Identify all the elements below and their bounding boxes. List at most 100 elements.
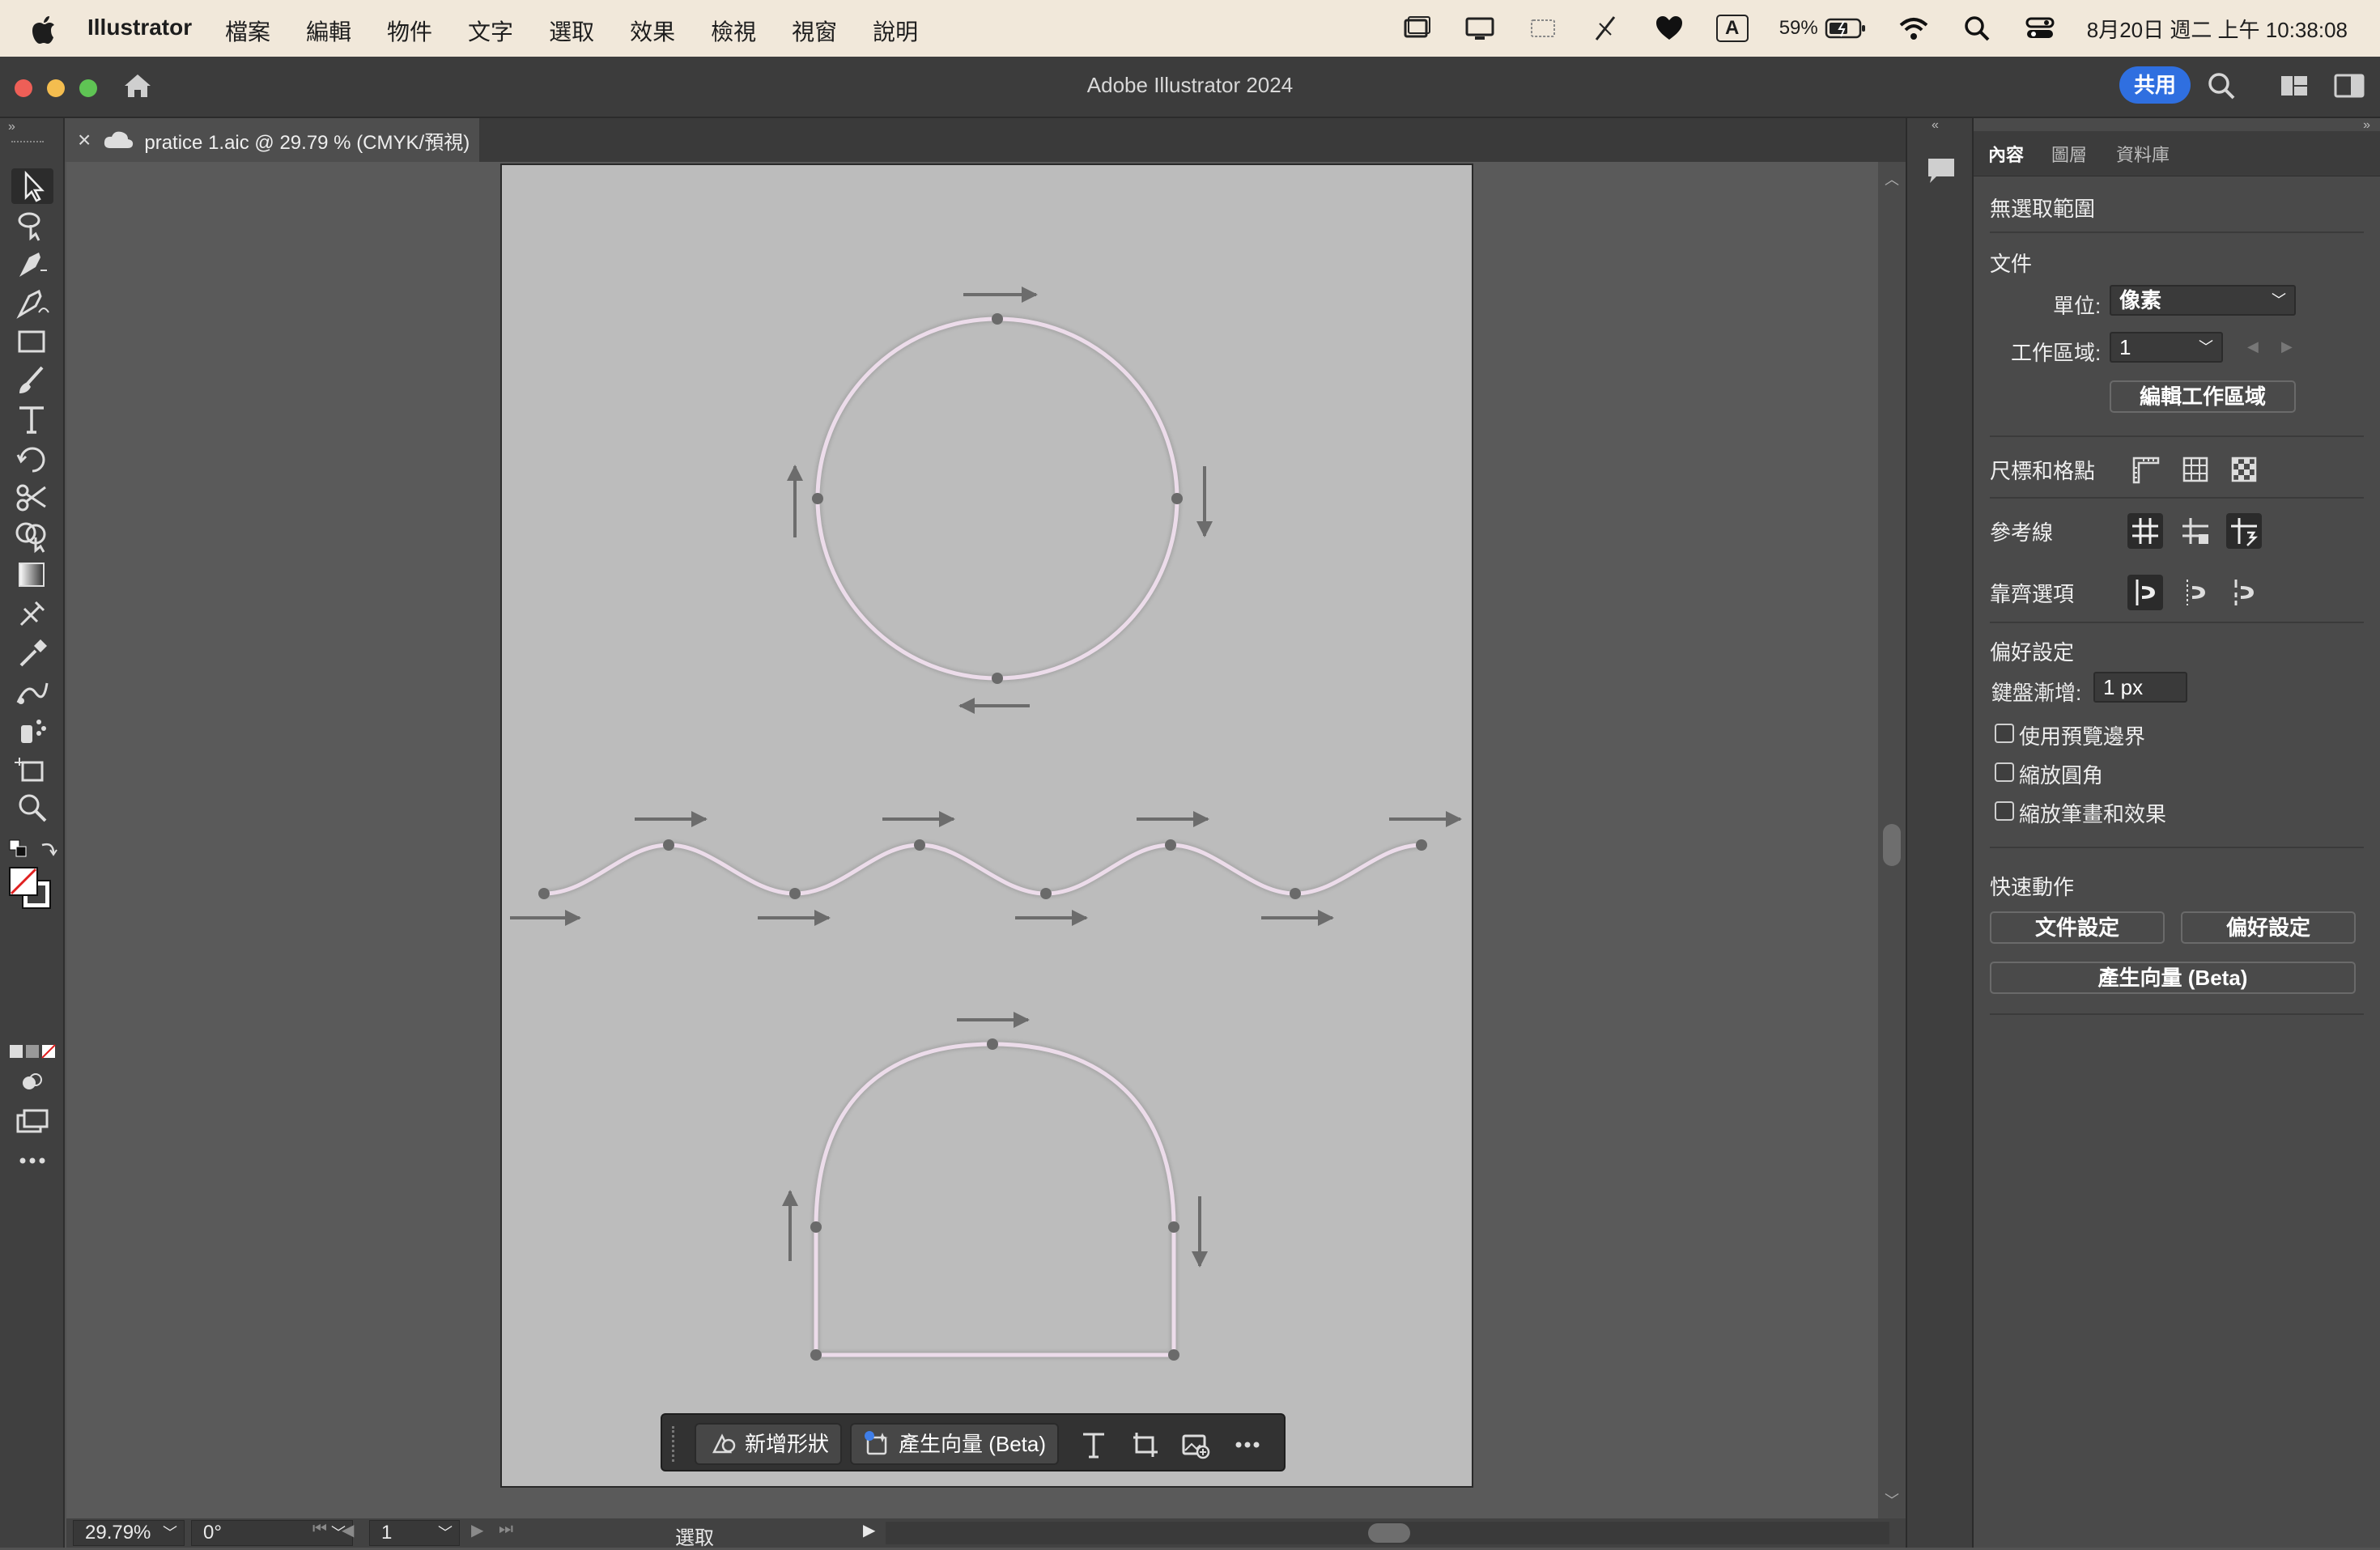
paintbrush-tool-icon[interactable] [11, 363, 53, 398]
anchor-point[interactable] [992, 313, 1003, 325]
menu-help[interactable]: 說明 [873, 15, 918, 47]
scale-strokes-label[interactable]: 縮放筆畫和效果 [2019, 798, 2166, 828]
spotlight-search-icon[interactable] [1961, 12, 1993, 45]
lasso-selection-icon[interactable] [11, 207, 53, 243]
toolbar-collapse-icon[interactable]: » [8, 120, 15, 134]
anchor-point[interactable] [810, 1221, 822, 1233]
scale-strokes-checkbox[interactable] [1995, 801, 2014, 821]
menu-object[interactable]: 物件 [387, 15, 432, 47]
generate-vector-button[interactable]: 產生向量 (Beta) [850, 1423, 1059, 1465]
input-source-indicator[interactable]: A [1715, 15, 1749, 42]
lock-guides-icon[interactable] [2178, 513, 2213, 549]
units-dropdown[interactable]: 像素 ﹀ [2110, 285, 2296, 316]
preferences-button[interactable]: 偏好設定 [2181, 911, 2356, 944]
horizontal-scrollbar[interactable] [886, 1522, 1889, 1544]
shape-builder-icon[interactable] [11, 518, 53, 554]
anchor-point[interactable] [992, 673, 1003, 684]
menu-type[interactable]: 文字 [468, 15, 513, 47]
anchor-point[interactable] [1168, 1349, 1179, 1361]
scale-corners-label[interactable]: 縮放圓角 [2019, 759, 2103, 789]
wifi-icon[interactable] [1898, 12, 1930, 45]
mesh-tool-icon[interactable] [11, 596, 53, 631]
menu-edit[interactable]: 編輯 [306, 15, 351, 47]
scroll-down-arrow[interactable]: ﹀ [1885, 1489, 1899, 1510]
snap-to-point-icon[interactable] [2127, 575, 2163, 610]
arch-path[interactable] [810, 1038, 1179, 1361]
keyboard-increment-field[interactable]: 1 px [2093, 672, 2187, 703]
workspace-switcher-icon[interactable] [2276, 68, 2312, 104]
sidecar-icon[interactable] [1527, 12, 1559, 45]
snap-to-glyph-icon[interactable] [2226, 575, 2262, 610]
anchor-point[interactable] [1290, 888, 1301, 899]
control-center-icon[interactable] [2024, 12, 2056, 45]
zoom-tool-icon[interactable] [11, 790, 53, 826]
screen-mode-icon[interactable] [11, 1104, 53, 1140]
tab-properties[interactable]: 內容 [1988, 141, 2024, 167]
circle-path[interactable] [812, 313, 1183, 684]
blend-tool-icon[interactable] [11, 673, 53, 709]
anchor-point[interactable] [914, 839, 925, 851]
next-artboard-icon[interactable]: ▶ [471, 1520, 483, 1540]
curvature-tool-icon[interactable] [11, 285, 53, 321]
anchor-point[interactable] [1171, 493, 1183, 504]
show-guides-icon[interactable] [2127, 513, 2163, 549]
app-menu[interactable]: Illustrator [87, 15, 192, 40]
scroll-up-arrow[interactable]: ︿ [1885, 168, 1899, 189]
last-artboard-icon[interactable]: ⏭ [499, 1520, 513, 1539]
anchor-point[interactable] [810, 1349, 822, 1361]
tab-close-icon[interactable]: × [78, 127, 91, 153]
strip-collapse-icon[interactable]: « [1932, 118, 1939, 133]
ruler-icon[interactable] [2127, 452, 2163, 487]
new-shape-button[interactable]: 新增形狀 [695, 1423, 842, 1465]
display-icon[interactable] [1464, 12, 1496, 45]
vertical-scroll-thumb[interactable] [1883, 824, 1901, 866]
status-menu-arrow-icon[interactable]: ▶ [863, 1520, 875, 1540]
anchor-point[interactable] [987, 1038, 998, 1050]
wave-path[interactable] [538, 839, 1427, 899]
more-options-icon[interactable] [1232, 1429, 1263, 1460]
text-type-icon[interactable] [1078, 1429, 1109, 1460]
eyedropper-tool-icon[interactable] [11, 635, 53, 670]
anchor-point[interactable] [1040, 888, 1052, 899]
anchor-point[interactable] [1165, 839, 1176, 851]
zoom-dropdown-chevron-icon[interactable]: ﹀ [163, 1521, 177, 1545]
taskbar-grip[interactable] [672, 1426, 677, 1462]
anchor-point[interactable] [789, 888, 801, 899]
battery-icon[interactable] [1825, 17, 1867, 40]
gradient-tool-icon[interactable] [11, 557, 53, 592]
document-tab[interactable]: × pratice 1.aic @ 29.79 % (CMYK/預視) [65, 118, 479, 162]
artboard-dropdown[interactable]: 1 ﹀ [2110, 332, 2223, 363]
apple-icon[interactable] [31, 13, 60, 45]
color-mode-icons[interactable] [8, 1043, 57, 1060]
stage-manager-icon[interactable] [1400, 12, 1433, 45]
clock[interactable]: 8月20日 週二 上午 10:38:08 [2087, 14, 2348, 44]
tab-libraries[interactable]: 資料庫 [2116, 141, 2170, 167]
vertical-scrollbar[interactable]: ︿ ﹀ [1878, 162, 1906, 1518]
menu-view[interactable]: 檢視 [711, 15, 756, 47]
current-tool-label[interactable]: 選取 [675, 1522, 714, 1550]
rectangle-tool-icon[interactable] [11, 324, 53, 359]
menu-select[interactable]: 選取 [549, 15, 594, 47]
anchor-point[interactable] [663, 839, 674, 851]
search-icon[interactable] [2204, 68, 2239, 104]
fill-stroke-swatch[interactable] [6, 864, 55, 913]
toolbar-grip[interactable] [11, 141, 44, 144]
artboard-crop-icon[interactable] [1130, 1429, 1161, 1460]
zoom-level-field[interactable]: 29.79% ﹀ [73, 1520, 185, 1546]
swap-fill-stroke-icon[interactable] [37, 839, 58, 860]
artboard-dropdown-chevron-icon[interactable]: ﹀ [438, 1521, 453, 1545]
artboard-number-field[interactable]: 1 ﹀ [369, 1520, 460, 1546]
transparency-grid-icon[interactable] [2226, 452, 2262, 487]
comments-icon[interactable] [1923, 152, 1959, 188]
pen-tablet-icon[interactable] [1590, 12, 1622, 45]
anchor-point[interactable] [1168, 1221, 1179, 1233]
rotate-tool-icon[interactable] [11, 440, 53, 476]
share-button[interactable]: 共用 [2119, 66, 2191, 104]
more-tools-icon[interactable] [11, 1143, 53, 1178]
default-fill-stroke-icon[interactable] [8, 839, 29, 860]
pen-tool-icon[interactable] [11, 246, 53, 282]
menu-effect[interactable]: 效果 [630, 15, 675, 47]
artboard[interactable] [500, 163, 1473, 1488]
heart-icon[interactable] [1653, 12, 1685, 45]
horizontal-scroll-thumb[interactable] [1368, 1523, 1410, 1543]
